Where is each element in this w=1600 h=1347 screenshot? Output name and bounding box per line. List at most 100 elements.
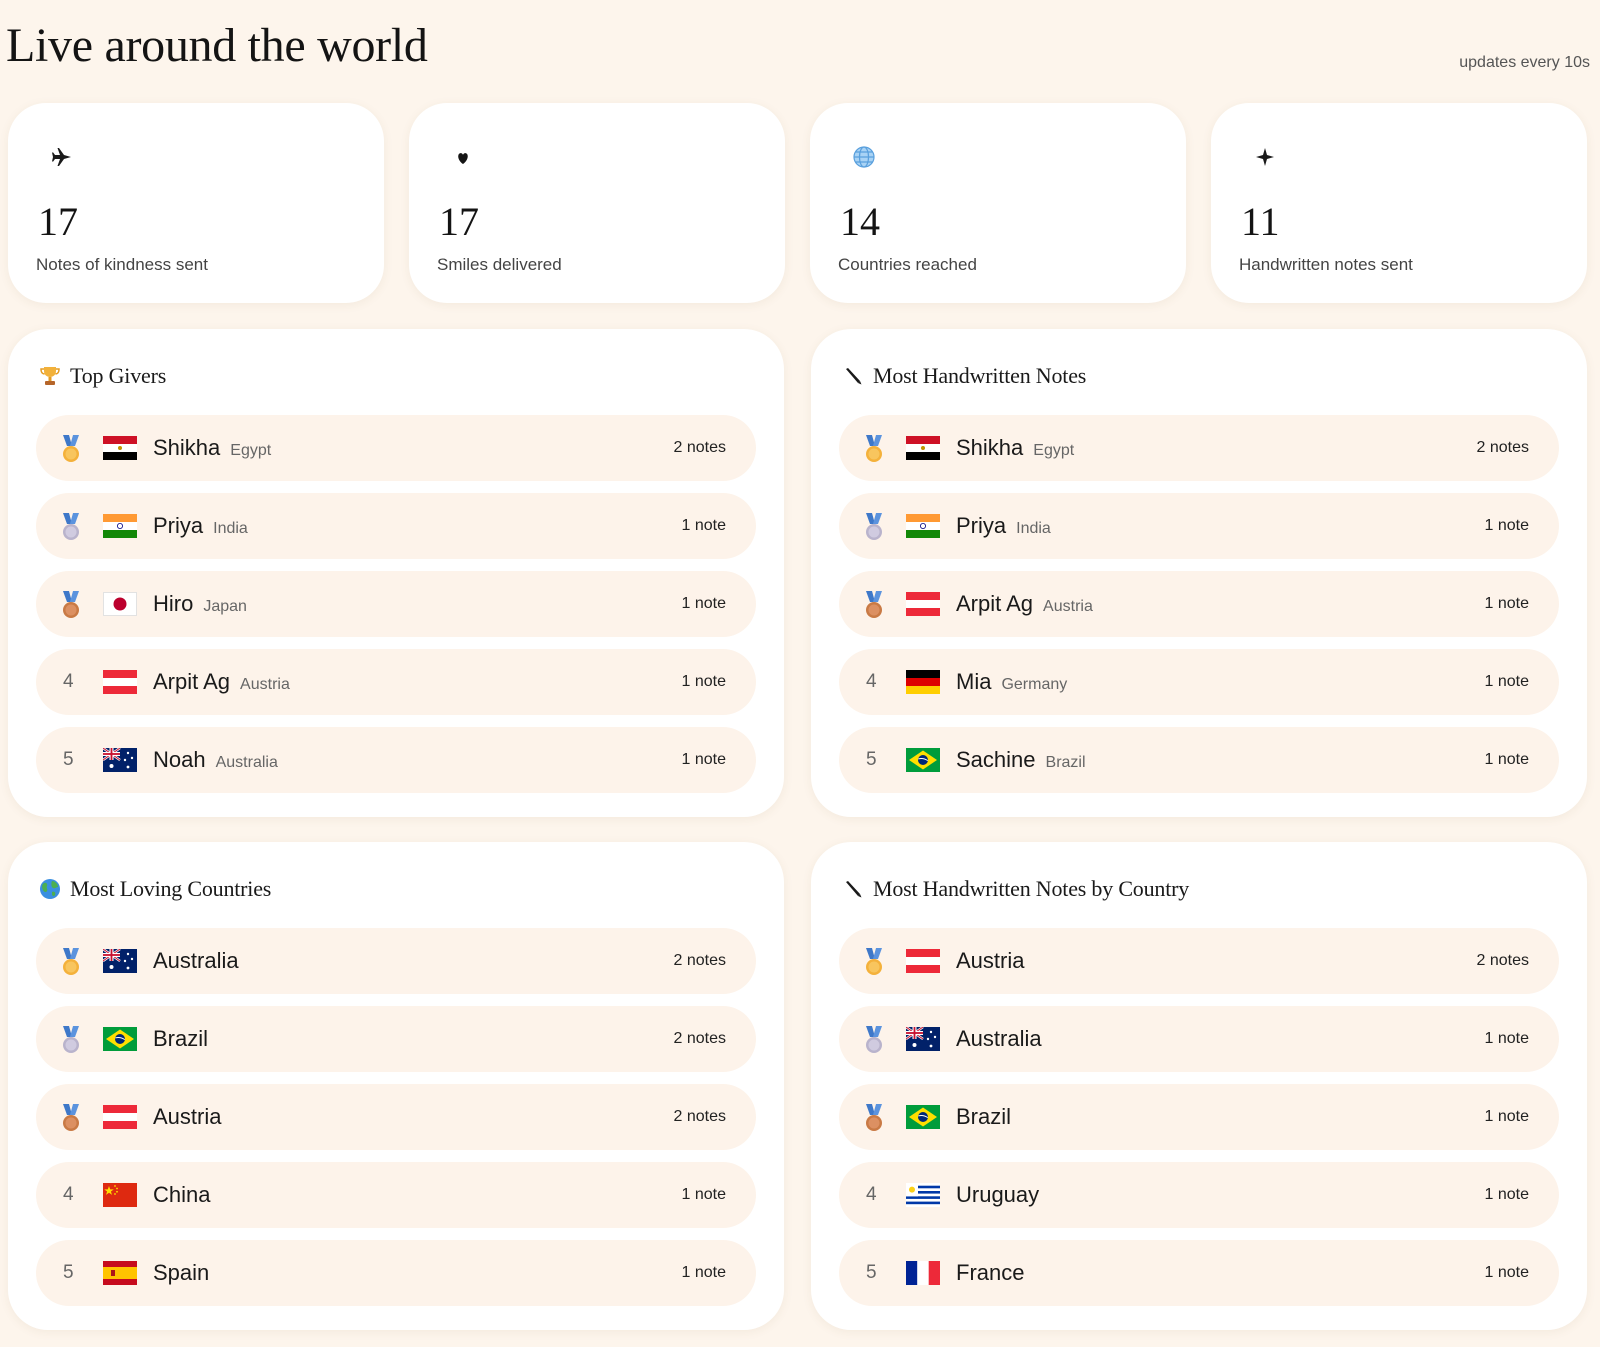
entry-country: Egypt [1033, 442, 1075, 459]
entry-name: Noah Australia [153, 747, 278, 773]
entry-country: India [1016, 520, 1051, 537]
uruguay-flag-icon [906, 1183, 940, 1207]
entry-name: Priya India [153, 513, 248, 539]
panel-title: Most Handwritten Notes by Country [873, 876, 1190, 901]
entry-name: Australia [956, 1026, 1042, 1052]
leaderboard-row[interactable]: 4 Arpit Ag Austria 1 note [36, 649, 756, 715]
entry-name: Uruguay [956, 1182, 1039, 1208]
globe-icon [38, 877, 62, 901]
france-flag-icon [906, 1261, 940, 1285]
panel-header: Most Loving Countries [38, 874, 271, 904]
leaderboard-row[interactable]: Hiro Japan 1 note [36, 571, 756, 637]
entry-name-text: Australia [153, 948, 239, 973]
entry-country: Austria [240, 676, 290, 693]
entry-name: Brazil [956, 1104, 1011, 1130]
leaderboard-row[interactable]: Brazil 1 note [839, 1084, 1559, 1150]
austria-flag-icon [906, 592, 940, 616]
entry-country: Austria [1043, 598, 1093, 615]
gold-medal-icon [58, 434, 84, 464]
panel-most-loving-countries: Most Loving Countries Australia 2 notes … [8, 842, 784, 1330]
entry-name-text: France [956, 1260, 1025, 1285]
entry-name: Shikha Egypt [153, 435, 271, 461]
panel-title: Most Loving Countries [70, 876, 272, 901]
entry-count: 2 notes [673, 1030, 726, 1047]
entry-count: 1 note [1484, 595, 1529, 612]
stat-card-handwritten: 11 Handwritten notes sent [1211, 103, 1587, 303]
entry-count: 1 note [681, 1264, 726, 1281]
gold-medal-icon [861, 947, 887, 977]
panel-title: Most Handwritten Notes [873, 363, 1087, 388]
entry-name: Spain [153, 1260, 209, 1286]
entry-count: 1 note [681, 517, 726, 534]
entry-name: France [956, 1260, 1024, 1286]
leaderboard-row[interactable]: Priya India 1 note [36, 493, 756, 559]
leaderboard-row[interactable]: 5 France 1 note [839, 1240, 1559, 1306]
entry-name: Austria [956, 948, 1024, 974]
leaderboard-row[interactable]: 5 Noah Australia 1 note [36, 727, 756, 793]
japan-flag-icon [103, 592, 137, 616]
entry-name-text: China [153, 1182, 211, 1207]
trophy-icon [38, 364, 62, 388]
leaderboard-row[interactable]: Australia 2 notes [36, 928, 756, 994]
entry-count: 2 notes [1476, 952, 1529, 969]
panel-header: Most Handwritten Notes by Country [841, 874, 1189, 904]
panel-header: Most Handwritten Notes [841, 361, 1086, 391]
entry-name-text: Austria [153, 1104, 222, 1129]
heart-icon [451, 145, 475, 169]
stat-label: Smiles delivered [437, 255, 562, 274]
leaderboard-row[interactable]: Austria 2 notes [36, 1084, 756, 1150]
entry-name-text: Uruguay [956, 1182, 1040, 1207]
bronze-medal-icon [861, 590, 887, 620]
rank-number: 5 [866, 749, 877, 770]
silver-medal-icon [861, 512, 887, 542]
entry-count: 2 notes [673, 1108, 726, 1125]
entry-name: Shikha Egypt [956, 435, 1074, 461]
leaderboard-row[interactable]: Austria 2 notes [839, 928, 1559, 994]
leaderboard-row[interactable]: 5 Sachine Brazil 1 note [839, 727, 1559, 793]
stat-label: Countries reached [838, 255, 977, 274]
globe-icon [852, 145, 876, 169]
stat-value: 17 [439, 199, 479, 244]
entry-name-text: Arpit Ag [153, 669, 231, 694]
leaderboard-row[interactable]: Priya India 1 note [839, 493, 1559, 559]
bronze-medal-icon [58, 590, 84, 620]
leaderboard-row[interactable]: Australia 1 note [839, 1006, 1559, 1072]
stats-row: 17 Notes of kindness sent 17 Smiles deli… [8, 103, 1587, 303]
entry-name: Priya India [956, 513, 1051, 539]
leaderboard-row[interactable]: Shikha Egypt 2 notes [839, 415, 1559, 481]
entry-name: Australia [153, 948, 239, 974]
leaderboard-row[interactable]: 4 China 1 note [36, 1162, 756, 1228]
pen-icon [841, 877, 865, 901]
rank-number: 5 [63, 1262, 74, 1283]
leaderboard-row[interactable]: 5 Spain 1 note [36, 1240, 756, 1306]
entry-name-text: Priya [956, 513, 1007, 538]
dashboard: Live around the world updates every 10s … [0, 0, 1600, 1347]
silver-medal-icon [861, 1025, 887, 1055]
entry-count: 1 note [681, 673, 726, 690]
entry-name-text: Australia [956, 1026, 1042, 1051]
stat-value: 11 [1241, 199, 1280, 244]
entry-name-text: Austria [956, 948, 1025, 973]
entry-name-text: Sachine [956, 747, 1036, 772]
silver-medal-icon [58, 1025, 84, 1055]
entry-name: Mia Germany [956, 669, 1067, 695]
leaderboard-row[interactable]: 4 Uruguay 1 note [839, 1162, 1559, 1228]
leaderboard-row[interactable]: Arpit Ag Austria 1 note [839, 571, 1559, 637]
austria-flag-icon [906, 949, 940, 973]
leaderboard-row[interactable]: Shikha Egypt 2 notes [36, 415, 756, 481]
leaderboard-row[interactable]: 4 Mia Germany 1 note [839, 649, 1559, 715]
entry-count: 1 note [1484, 1108, 1529, 1125]
stat-card-smiles: 17 Smiles delivered [409, 103, 785, 303]
leaderboard-row[interactable]: Brazil 2 notes [36, 1006, 756, 1072]
china-flag-icon [103, 1183, 137, 1207]
stat-value: 17 [38, 199, 78, 244]
entry-name: Arpit Ag Austria [956, 591, 1093, 617]
entry-name-text: Spain [153, 1260, 210, 1285]
entry-country: India [213, 520, 248, 537]
egypt-flag-icon [103, 436, 137, 460]
rank-number: 5 [866, 1262, 877, 1283]
germany-flag-icon [906, 670, 940, 694]
entry-count: 1 note [681, 751, 726, 768]
rank-number: 4 [63, 671, 74, 692]
entry-name: Austria [153, 1104, 221, 1130]
